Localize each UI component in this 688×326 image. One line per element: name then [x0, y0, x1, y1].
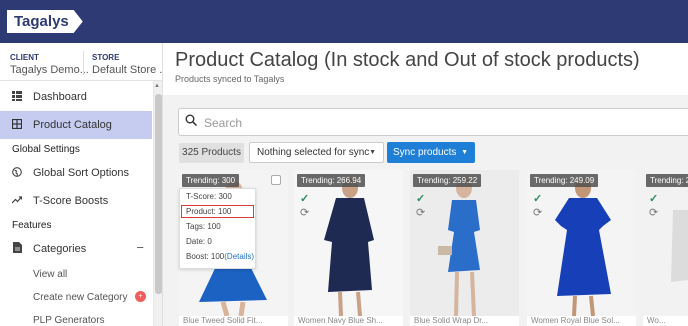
page-subtitle: Products synced to Tagalys	[175, 74, 285, 84]
add-category-icon[interactable]: +	[135, 291, 146, 302]
product-name: Wo...	[643, 316, 688, 326]
tscore-value: T-Score: 300	[186, 192, 232, 201]
product-name: Women Royal Blue Sol...	[527, 316, 636, 326]
context-divider	[83, 51, 84, 75]
collapse-icon[interactable]: −	[136, 240, 144, 255]
sidebar-item-label: Dashboard	[33, 91, 87, 103]
sync-icon[interactable]: ⟳	[533, 206, 542, 219]
sidebar-item-product-catalog[interactable]: Product Catalog	[0, 111, 152, 139]
dashboard-icon	[11, 90, 23, 104]
globe-icon	[11, 166, 23, 180]
product-image[interactable]	[410, 170, 519, 316]
sidebar-subitem-plp-generators[interactable]: PLP Generators	[33, 315, 105, 326]
search-icon	[185, 114, 198, 129]
sidebar-item-global-sort[interactable]: Global Sort Options	[0, 159, 152, 187]
product-name: Blue Tweed Solid Fit...	[179, 316, 288, 326]
product-image[interactable]	[294, 170, 403, 316]
document-icon	[11, 242, 23, 256]
sidebar-scroll-thumb[interactable]	[155, 94, 162, 294]
sidebar-item-dashboard[interactable]: Dashboard	[0, 83, 152, 111]
scroll-up-icon[interactable]: ▲	[154, 83, 160, 89]
sync-icon[interactable]: ⟳	[649, 206, 658, 219]
synced-check-icon: ✓	[533, 193, 543, 205]
search-input[interactable]	[204, 113, 684, 132]
top-bar: Tagalys	[0, 0, 688, 43]
sidebar-item-categories[interactable]: Categories −	[0, 235, 152, 263]
product-photo	[527, 170, 636, 316]
product-image[interactable]	[527, 170, 636, 316]
product-score-value: Product: 100	[186, 207, 232, 216]
page-title: Product Catalog (In stock and Out of sto…	[175, 49, 640, 71]
selection-value: Nothing selected for sync	[257, 147, 370, 158]
sidebar-subitem-view-all[interactable]: View all	[33, 269, 67, 280]
product-count-badge: 325 Products	[179, 143, 244, 163]
tags-score-value: Tags: 100	[186, 222, 221, 231]
section-global-settings: Global Settings	[12, 144, 80, 155]
product-name: Blue Solid Wrap Dr...	[410, 316, 519, 326]
tagalys-logo[interactable]: Tagalys	[7, 10, 83, 33]
select-checkbox[interactable]	[271, 175, 281, 185]
client-value[interactable]: Tagalys Demo...	[10, 64, 89, 76]
page-header: Product Catalog (In stock and Out of sto…	[163, 43, 688, 95]
trending-badge: Trending: 259.22	[413, 174, 482, 187]
chevron-down-icon: ▼	[369, 149, 376, 156]
trending-badge: Trending: 2	[646, 174, 688, 187]
product-card[interactable]: Trending: 259.22 ✓ ⟳ Blue Solid Wrap Dr.…	[410, 170, 519, 326]
store-label: STORE	[92, 53, 120, 62]
sync-icon[interactable]: ⟳	[300, 206, 309, 219]
synced-check-icon: ✓	[300, 193, 310, 205]
sync-products-button[interactable]: Sync products ▼	[387, 142, 475, 163]
main-content: Product Catalog (In stock and Out of sto…	[163, 43, 688, 326]
sync-icon[interactable]: ⟳	[416, 206, 425, 219]
product-photo	[410, 170, 519, 316]
sync-selection-dropdown[interactable]: Nothing selected for sync ▼	[249, 142, 384, 163]
sidebar-item-label: Product Catalog	[33, 119, 112, 131]
sidebar-subitem-create-category[interactable]: Create new Category	[33, 292, 128, 303]
grid-icon	[11, 118, 23, 132]
chevron-down-icon: ▼	[461, 149, 468, 156]
product-card[interactable]: Trending: 249.09 ✓ ⟳ Women Royal Blue So…	[527, 170, 636, 326]
section-features: Features	[12, 220, 52, 231]
details-link[interactable]: (Details)	[224, 252, 254, 261]
sidebar-item-tscore-boosts[interactable]: T-Score Boosts	[0, 187, 152, 215]
product-card[interactable]: Trending: 266.94 ✓ ⟳ Women Navy Blue Sh.…	[294, 170, 403, 326]
sync-button-label: Sync products	[393, 147, 457, 158]
product-card[interactable]: Trending: 2 ✓ ⟳ Wo...	[643, 170, 688, 326]
boost-score-row: Boost: 100(Details)	[186, 252, 254, 261]
product-name: Women Navy Blue Sh...	[294, 316, 403, 326]
boost-score-value: Boost: 100	[186, 252, 225, 261]
context-switcher: CLIENT Tagalys Demo... STORE Default Sto…	[0, 43, 162, 81]
client-label: CLIENT	[10, 53, 39, 62]
trending-icon	[11, 195, 23, 207]
product-photo	[294, 170, 403, 316]
sidebar: CLIENT Tagalys Demo... STORE Default Sto…	[0, 43, 163, 326]
sidebar-item-label: Categories	[33, 243, 87, 255]
search-bar	[178, 108, 688, 136]
synced-check-icon: ✓	[649, 193, 659, 205]
score-breakdown-popup: T-Score: 300 Product: 100 Tags: 100 Date…	[179, 188, 256, 269]
trending-badge: Trending: 266.94	[297, 174, 366, 187]
synced-check-icon: ✓	[416, 193, 426, 205]
date-score-value: Date: 0	[186, 237, 212, 246]
trending-badge: Trending: 249.09	[530, 174, 599, 187]
sidebar-item-label: T-Score Boosts	[33, 195, 109, 207]
trending-badge: Trending: 300	[182, 174, 240, 187]
store-value[interactable]: Default Store ...	[92, 64, 162, 76]
sidebar-item-label: Global Sort Options	[33, 167, 129, 179]
